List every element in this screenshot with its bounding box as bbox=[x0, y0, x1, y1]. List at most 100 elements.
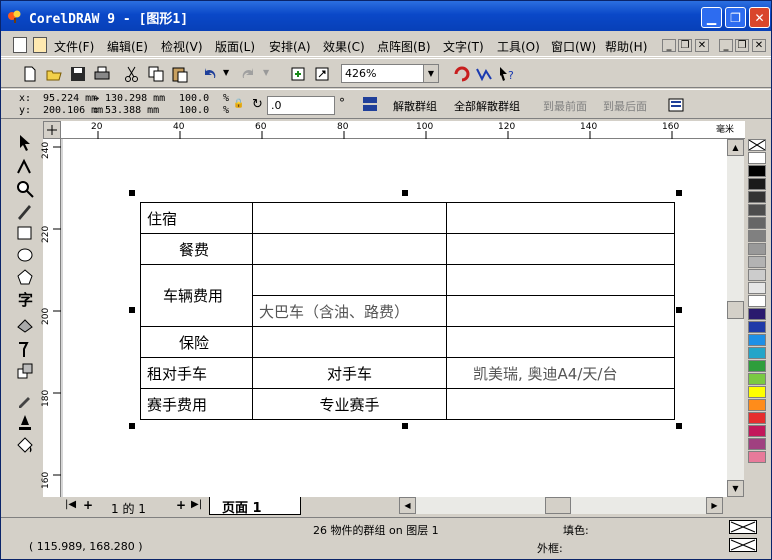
color-swatch[interactable] bbox=[748, 217, 766, 229]
menu-text[interactable]: 文字(T) bbox=[443, 38, 484, 55]
selection-handle[interactable] bbox=[676, 190, 682, 196]
color-swatch[interactable] bbox=[748, 438, 766, 450]
scale-x-field[interactable]: 100.0 bbox=[179, 93, 209, 104]
new-icon[interactable] bbox=[21, 65, 39, 83]
export-icon[interactable] bbox=[313, 65, 331, 83]
interactive-blend-tool-icon[interactable] bbox=[15, 339, 35, 359]
color-swatch[interactable] bbox=[748, 412, 766, 424]
first-page-icon[interactable]: |◀ bbox=[65, 499, 76, 510]
ruler-origin[interactable] bbox=[43, 121, 61, 139]
color-swatch[interactable] bbox=[748, 152, 766, 164]
page-tab[interactable]: 页面 1 bbox=[209, 497, 301, 516]
width-field[interactable]: 130.298 mm bbox=[105, 93, 165, 104]
color-swatch[interactable] bbox=[748, 425, 766, 437]
color-swatch[interactable] bbox=[748, 295, 766, 307]
expense-table-group[interactable]: 住宿 餐费 车辆费用 大巴车（含油、路费） 保险 租对手车 对手车 凯美瑞, 奥… bbox=[140, 202, 675, 420]
menu-window[interactable]: 窗口(W) bbox=[551, 38, 596, 55]
minimize-button[interactable]: ▁ bbox=[701, 7, 722, 28]
drawing-page[interactable]: 住宿 餐费 车辆费用 大巴车（含油、路费） 保险 租对手车 对手车 凯美瑞, 奥… bbox=[63, 139, 727, 497]
color-swatch[interactable] bbox=[748, 243, 766, 255]
selection-handle[interactable] bbox=[676, 423, 682, 429]
color-swatch[interactable] bbox=[748, 178, 766, 190]
polygon-tool-icon[interactable] bbox=[15, 267, 35, 287]
interactive-fill-tool-icon[interactable] bbox=[15, 315, 35, 335]
to-front-button[interactable]: 到最前面 bbox=[543, 98, 587, 114]
color-swatch[interactable] bbox=[748, 347, 766, 359]
redo-dropdown-icon[interactable]: ▼ bbox=[263, 68, 269, 77]
group-icon[interactable] bbox=[361, 95, 379, 113]
add-page-before-icon[interactable]: + bbox=[83, 498, 93, 512]
selection-handle[interactable] bbox=[129, 190, 135, 196]
color-swatch[interactable] bbox=[748, 191, 766, 203]
horizontal-ruler[interactable]: 20 40 60 80 100 120 140 160 毫米 bbox=[61, 121, 745, 139]
shape-tool-icon[interactable] bbox=[15, 157, 35, 177]
selection-handle[interactable] bbox=[402, 423, 408, 429]
menu-help[interactable]: 帮助(H) bbox=[605, 38, 647, 55]
menu-bitmaps[interactable]: 点阵图(B) bbox=[377, 38, 431, 55]
selection-handle[interactable] bbox=[129, 307, 135, 313]
add-page-after-icon[interactable]: + bbox=[176, 498, 186, 512]
menu-layout[interactable]: 版面(L) bbox=[215, 38, 255, 55]
color-swatch[interactable] bbox=[748, 165, 766, 177]
maximize-button[interactable]: ❐ bbox=[725, 7, 746, 28]
app-minimize-button[interactable]: _ bbox=[719, 39, 733, 52]
zoom-dropdown-icon[interactable]: ▼ bbox=[423, 65, 438, 82]
color-swatch[interactable] bbox=[748, 256, 766, 268]
interactive-transparency-tool-icon[interactable] bbox=[15, 361, 35, 381]
menu-tools[interactable]: 工具(O) bbox=[497, 38, 540, 55]
import-icon[interactable] bbox=[289, 65, 307, 83]
redo-icon[interactable] bbox=[239, 65, 257, 83]
horizontal-scrollbar[interactable]: ◀ ▶ bbox=[399, 497, 723, 514]
app-close-button[interactable]: ✕ bbox=[752, 39, 766, 52]
color-swatch[interactable] bbox=[748, 282, 766, 294]
color-swatch[interactable] bbox=[748, 321, 766, 333]
vertical-scrollbar[interactable]: ▲ ▼ bbox=[727, 139, 744, 497]
outline-tool-icon[interactable] bbox=[15, 413, 35, 433]
pick-tool-icon[interactable] bbox=[15, 133, 35, 153]
convert-to-curves-icon[interactable] bbox=[667, 96, 685, 114]
ellipse-tool-icon[interactable] bbox=[15, 245, 35, 265]
color-swatch[interactable] bbox=[748, 230, 766, 242]
doc-minimize-button[interactable]: _ bbox=[662, 39, 676, 52]
print-icon[interactable] bbox=[93, 65, 111, 83]
ungroup-all-button[interactable]: 全部解散群组 bbox=[454, 98, 520, 114]
zoom-tool-icon[interactable] bbox=[15, 179, 35, 199]
selection-handle[interactable] bbox=[129, 423, 135, 429]
eyedropper-tool-icon[interactable] bbox=[15, 389, 35, 409]
document-icon[interactable] bbox=[13, 37, 27, 53]
color-swatch[interactable] bbox=[748, 308, 766, 320]
open-icon[interactable] bbox=[45, 65, 63, 83]
ungroup-button[interactable]: 解散群组 bbox=[393, 98, 437, 114]
horizontal-scroll-thumb[interactable] bbox=[545, 497, 571, 514]
color-swatch[interactable] bbox=[748, 386, 766, 398]
menu-file[interactable]: 文件(F) bbox=[54, 38, 94, 55]
scroll-down-icon[interactable]: ▼ bbox=[727, 480, 744, 497]
height-field[interactable]: 53.388 mm bbox=[105, 105, 159, 116]
paste-icon[interactable] bbox=[171, 65, 189, 83]
zoom-level-select[interactable]: 426% ▼ bbox=[341, 64, 439, 83]
last-page-icon[interactable]: ▶| bbox=[191, 499, 202, 510]
color-swatch[interactable] bbox=[748, 373, 766, 385]
menu-edit[interactable]: 编辑(E) bbox=[107, 38, 148, 55]
copy-icon[interactable] bbox=[147, 65, 165, 83]
menu-effects[interactable]: 效果(C) bbox=[323, 38, 365, 55]
fill-tool-icon[interactable] bbox=[15, 435, 35, 455]
vertical-scroll-thumb[interactable] bbox=[727, 301, 744, 319]
color-swatch[interactable] bbox=[748, 451, 766, 463]
document-icon-alt[interactable] bbox=[33, 37, 47, 53]
scale-y-field[interactable]: 100.0 bbox=[179, 105, 209, 116]
close-button[interactable]: ✕ bbox=[749, 7, 770, 28]
color-swatch[interactable] bbox=[748, 204, 766, 216]
color-swatch[interactable] bbox=[748, 360, 766, 372]
color-swatch[interactable] bbox=[748, 334, 766, 346]
to-back-button[interactable]: 到最后面 bbox=[603, 98, 647, 114]
undo-icon[interactable] bbox=[201, 65, 219, 83]
whats-this-help-icon[interactable]: ? bbox=[497, 65, 515, 83]
freehand-tool-icon[interactable] bbox=[15, 201, 35, 221]
color-swatch[interactable] bbox=[748, 399, 766, 411]
color-swatch[interactable] bbox=[748, 269, 766, 281]
x-position-field[interactable]: 95.224 mm bbox=[43, 93, 97, 104]
corel-tutor-icon[interactable] bbox=[475, 65, 493, 83]
fill-none-icon[interactable] bbox=[729, 520, 757, 534]
cut-icon[interactable] bbox=[123, 65, 141, 83]
